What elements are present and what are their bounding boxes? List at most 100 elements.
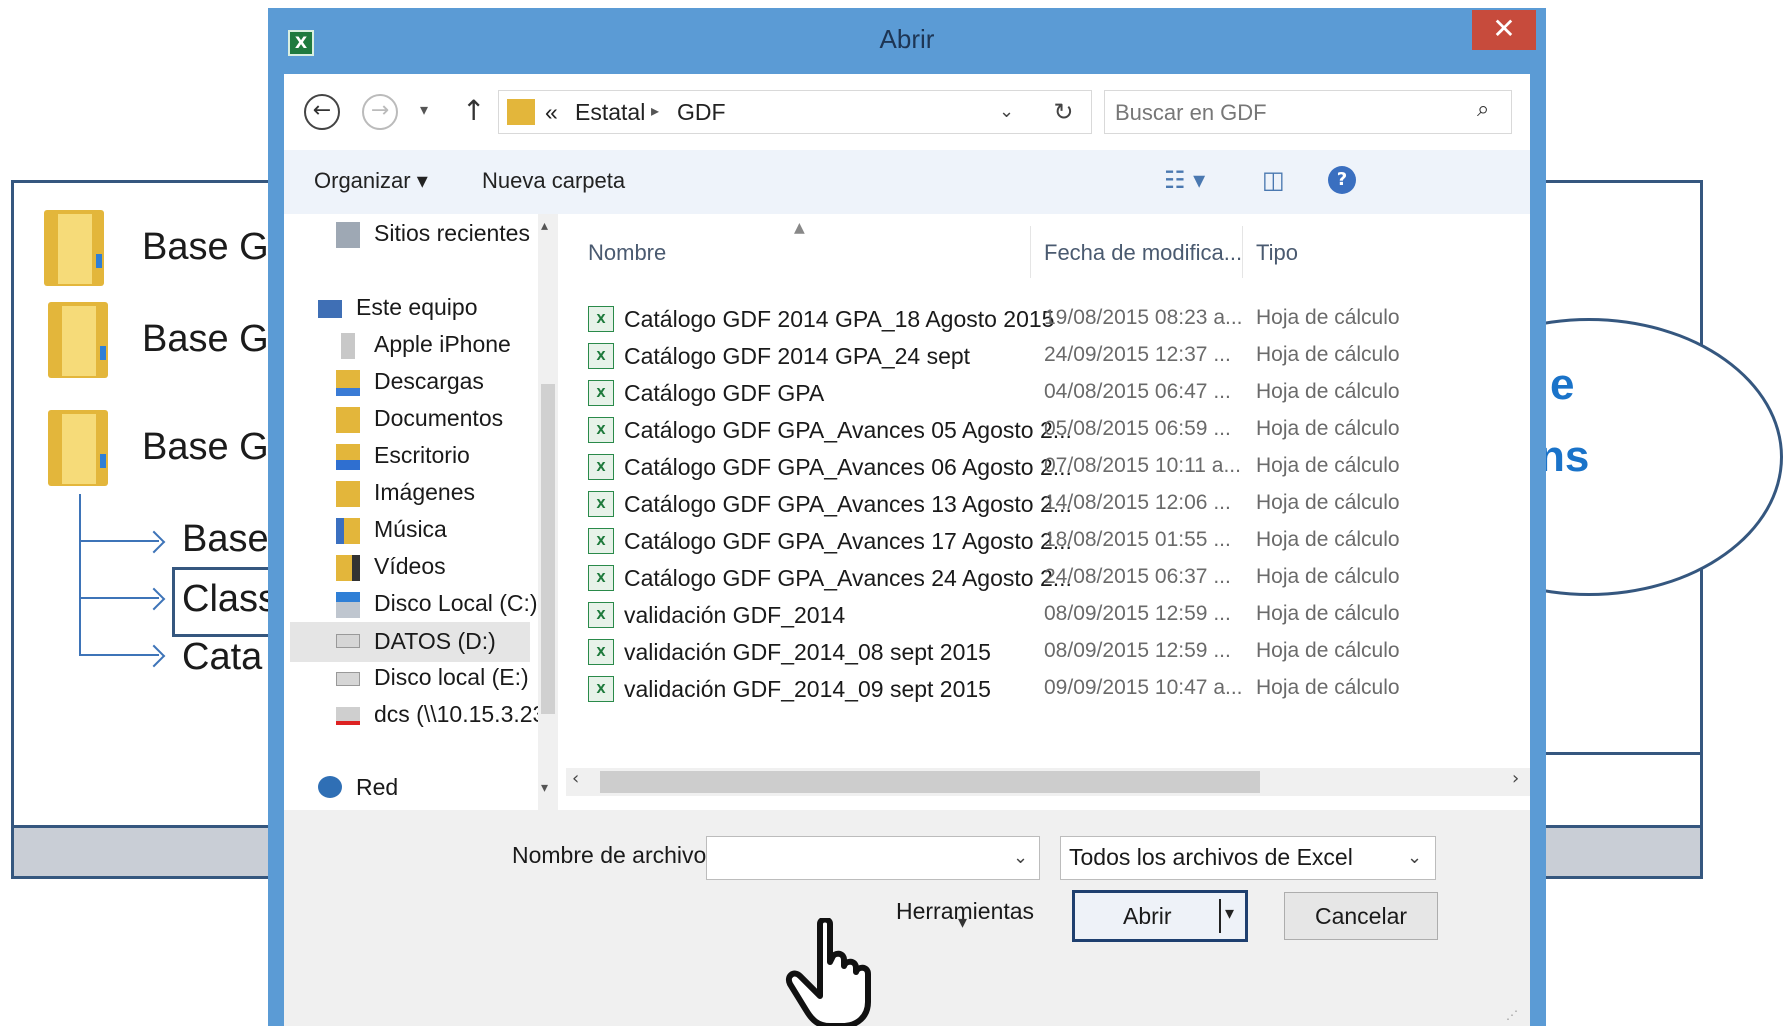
file-date: 07/08/2015 10:11 a... <box>1044 454 1241 477</box>
column-header-date[interactable]: Fecha de modifica... <box>1044 240 1242 266</box>
file-row[interactable]: X Catálogo GDF GPA_Avances 06 Agosto 2...… <box>566 450 1530 487</box>
open-button-label: Abrir <box>1123 903 1172 929</box>
file-row[interactable]: X Catálogo GDF GPA_Avances 13 Agosto 2...… <box>566 487 1530 524</box>
folder-icon <box>48 410 108 486</box>
column-header-type[interactable]: Tipo <box>1256 240 1298 266</box>
file-type: Hoja de cálculo <box>1256 306 1400 329</box>
preview-pane-icon[interactable]: ◫ <box>1262 166 1285 194</box>
open-file-dialog: X Abrir ✕ ← → ▾ ↑ « Estatal ▸ GDF ⌄ ↻ ⌕ <box>268 8 1546 1026</box>
refresh-button[interactable]: ↻ <box>1036 90 1092 134</box>
scroll-right-icon[interactable]: › <box>1512 768 1519 789</box>
excel-file-icon: X <box>588 528 614 554</box>
file-date: 18/08/2015 01:55 ... <box>1044 528 1231 551</box>
breadcrumb-overflow[interactable]: « <box>545 99 558 126</box>
search-input[interactable] <box>1113 97 1457 129</box>
command-bar: Organizar ▾ Nueva carpeta ☷ ▾ ◫ ? <box>284 150 1530 214</box>
chevron-down-icon[interactable]: ⌄ <box>1407 847 1422 868</box>
file-name-combobox[interactable]: ⌄ <box>706 836 1040 880</box>
new-folder-button[interactable]: Nueva carpeta <box>482 168 625 194</box>
excel-file-icon: X <box>588 676 614 702</box>
videos-icon <box>336 555 360 581</box>
network-icon <box>318 776 342 798</box>
file-row[interactable]: X Catálogo GDF GPA_Avances 24 Agosto 2...… <box>566 561 1530 598</box>
file-row[interactable]: X Catálogo GDF GPA 04/08/2015 06:47 ... Hoj… <box>566 376 1530 413</box>
folder-icon <box>44 210 104 286</box>
excel-file-icon: X <box>588 454 614 480</box>
file-date: 14/08/2015 12:06 ... <box>1044 491 1231 514</box>
cancel-button[interactable]: Cancelar <box>1284 892 1438 940</box>
nav-item-label: Disco Local (C:) <box>374 590 538 616</box>
resize-grip-icon[interactable]: ⋰ <box>1506 1008 1518 1022</box>
file-type: Hoja de cálculo <box>1256 417 1400 440</box>
close-button[interactable]: ✕ <box>1472 10 1536 50</box>
nav-item-label: dcs (\\10.15.3.234 <box>374 701 538 727</box>
scrollbar-thumb[interactable] <box>541 384 555 714</box>
address-dropdown-icon[interactable]: ⌄ <box>999 101 1014 122</box>
excel-file-icon: X <box>588 380 614 406</box>
nav-item-datos-d[interactable]: DATOS (D:) <box>290 622 530 662</box>
column-divider[interactable] <box>1242 226 1243 278</box>
excel-file-icon: X <box>588 343 614 369</box>
chevron-down-icon[interactable]: ⌄ <box>1013 847 1028 868</box>
forward-button[interactable]: → <box>362 94 398 130</box>
file-name-input[interactable] <box>713 843 997 875</box>
file-list: ▲ Nombre Fecha de modifica... Tipo X Catá… <box>566 214 1530 810</box>
help-icon[interactable]: ? <box>1328 166 1356 194</box>
slide-label: Class <box>182 578 278 620</box>
breadcrumb-gdf[interactable]: GDF <box>677 99 726 126</box>
address-bar[interactable]: « Estatal ▸ GDF ⌄ <box>498 90 1038 134</box>
view-options-icon[interactable]: ☷ ▾ <box>1164 166 1205 194</box>
file-type-value: Todos los archivos de Excel <box>1069 844 1353 870</box>
scrollbar-thumb[interactable] <box>600 771 1260 793</box>
recent-locations-dropdown[interactable]: ▾ <box>420 100 428 119</box>
scroll-left-icon[interactable]: ‹ <box>572 768 579 789</box>
open-button[interactable]: Abrir ▾ <box>1072 890 1248 942</box>
downloads-icon <box>336 370 360 396</box>
up-button[interactable]: ↑ <box>462 94 485 127</box>
title-bar[interactable]: X Abrir ✕ <box>268 8 1546 74</box>
file-row[interactable]: Xvalidación GDF_2014_09 sept 2015 09/09/2… <box>566 672 1530 709</box>
navigation-pane: Sitios recientes Este equipo Apple iPhon… <box>284 214 538 810</box>
file-name: Catálogo GDF 2014 GPA_18 Agosto 2015 <box>624 306 1055 332</box>
music-icon <box>336 518 360 544</box>
column-header-name[interactable]: Nombre <box>588 240 666 266</box>
excel-file-icon: X <box>588 565 614 591</box>
organize-button[interactable]: Organizar ▾ <box>314 168 428 194</box>
search-box[interactable]: ⌕ <box>1104 90 1512 134</box>
open-options-dropdown-icon[interactable]: ▾ <box>1225 903 1234 924</box>
file-row[interactable]: X Catálogo GDF 2014 GPA_24 sept 24/09/2015… <box>566 339 1530 376</box>
breadcrumb-estatal[interactable]: Estatal <box>575 99 645 126</box>
file-type-filter[interactable]: Todos los archivos de Excel ⌄ <box>1060 836 1436 880</box>
column-divider[interactable] <box>1030 226 1031 278</box>
file-row[interactable]: X Catálogo GDF 2014 GPA_18 Agosto 2015 19/… <box>566 302 1530 339</box>
callout-text: e <box>1550 360 1575 409</box>
nav-item-label: Descargas <box>374 368 484 394</box>
navigation-scrollbar[interactable]: ▴ ▾ <box>538 214 558 810</box>
file-type: Hoja de cálculo <box>1256 565 1400 588</box>
file-type: Hoja de cálculo <box>1256 676 1400 699</box>
file-name: validación GDF_2014 <box>624 602 846 628</box>
file-row[interactable]: X Catálogo GDF GPA_Avances 05 Agosto 2...… <box>566 413 1530 450</box>
computer-icon <box>318 300 342 318</box>
file-name: Catálogo GDF 2014 GPA_24 sept <box>624 343 971 369</box>
file-row[interactable]: Xvalidación GDF_2014 08/09/2015 12:59 ...… <box>566 598 1530 635</box>
drive-icon <box>336 634 360 648</box>
dialog-client: ← → ▾ ↑ « Estatal ▸ GDF ⌄ ↻ ⌕ Organizar … <box>284 74 1530 1026</box>
scroll-down-icon[interactable]: ▾ <box>541 780 548 796</box>
horizontal-scrollbar[interactable]: ‹ › <box>566 768 1530 796</box>
file-name: validación GDF_2014_09 sept 2015 <box>624 676 991 702</box>
scroll-up-icon[interactable]: ▴ <box>541 218 548 234</box>
nav-item-label: Imágenes <box>374 479 476 505</box>
breadcrumb-separator[interactable]: ▸ <box>651 101 659 120</box>
file-row[interactable]: Xvalidación GDF_2014_08 sept 2015 08/09/2… <box>566 635 1530 672</box>
file-name: Catálogo GDF GPA <box>624 380 825 406</box>
file-row[interactable]: X Catálogo GDF GPA_Avances 17 Agosto 2...… <box>566 524 1530 561</box>
tools-dropdown-icon[interactable]: ▾ <box>958 912 967 933</box>
file-date: 08/09/2015 12:59 ... <box>1044 602 1231 625</box>
split-divider <box>1219 899 1221 933</box>
back-button[interactable]: ← <box>304 94 340 130</box>
search-icon[interactable]: ⌕ <box>1477 97 1489 122</box>
drive-icon <box>336 672 360 686</box>
excel-file-icon: X <box>588 491 614 517</box>
navigation-bar: ← → ▾ ↑ « Estatal ▸ GDF ⌄ ↻ ⌕ <box>284 74 1530 150</box>
